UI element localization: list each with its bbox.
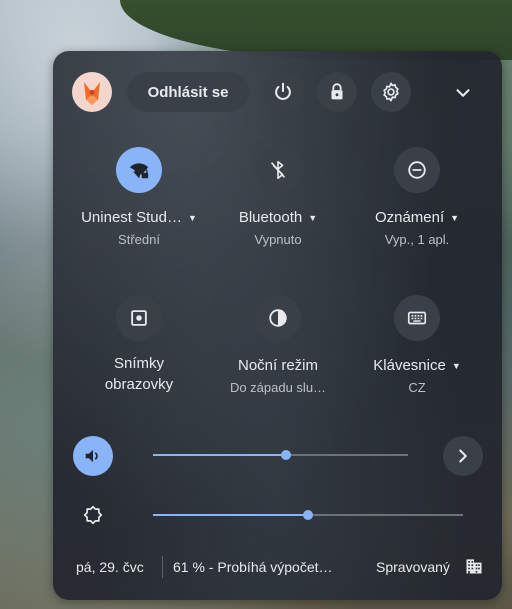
brightness-slider-fill (153, 514, 308, 516)
collapse-button[interactable] (445, 79, 481, 107)
battery-status[interactable]: 61 % - Probíhá výpočet… (173, 559, 333, 575)
notifications-label: Oznámení (374, 209, 445, 226)
tile-keyboard-label[interactable]: Klávesnice ▼ (347, 357, 487, 374)
volume-slider-fill (153, 454, 286, 456)
chevron-right-icon (459, 449, 467, 463)
settings-button[interactable] (371, 72, 411, 112)
user-avatar[interactable] (72, 72, 112, 112)
network-toggle[interactable] (116, 147, 162, 193)
audio-settings-button[interactable] (443, 436, 483, 476)
volume-icon (85, 450, 98, 462)
tile-keyboard[interactable]: Klávesnice ▼ CZ (347, 295, 487, 395)
tile-notifications-label[interactable]: Oznámení ▼ (347, 209, 487, 226)
footer-divider (162, 556, 163, 578)
brightness-button (77, 499, 109, 531)
fox-avatar-icon (84, 82, 100, 105)
network-status: Střední (118, 232, 160, 247)
caret-down-icon: ▼ (450, 212, 460, 223)
mute-button[interactable] (73, 436, 113, 476)
caret-down-icon: ▼ (187, 212, 197, 223)
keyboard-status: CZ (408, 380, 426, 395)
enterprise-icon[interactable] (464, 556, 484, 576)
night-light-icon (269, 309, 287, 327)
lock-icon (331, 83, 343, 100)
caret-down-icon: ▼ (451, 360, 461, 371)
date-label[interactable]: pá, 29. čvc (76, 559, 144, 575)
bluetooth-label: Bluetooth (238, 209, 303, 226)
quick-settings-panel: Odhlásit se Uninest Stud… ▼ Střední Blue… (53, 51, 502, 600)
brightness-icon (83, 505, 103, 525)
power-icon (275, 82, 291, 100)
lock-button[interactable] (317, 72, 357, 112)
brightness-slider-thumb[interactable] (303, 510, 313, 520)
network-name: Uninest Stud… (81, 209, 182, 226)
keyboard-label: Klávesnice (373, 357, 446, 374)
building-icon (466, 559, 482, 574)
managed-label[interactable]: Spravovaný (376, 559, 450, 575)
tile-network[interactable]: Uninest Stud… ▼ Střední (69, 147, 209, 247)
volume-slider-thumb[interactable] (280, 450, 291, 460)
tile-bluetooth-label[interactable]: Bluetooth ▼ (208, 209, 348, 226)
caret-down-icon: ▼ (308, 212, 318, 223)
tile-notifications[interactable]: Oznámení ▼ Vyp., 1 apl. (347, 147, 487, 247)
brightness-slider[interactable] (153, 510, 463, 520)
notifications-toggle[interactable] (394, 147, 440, 193)
power-button[interactable] (263, 72, 303, 112)
bluetooth-toggle[interactable] (255, 147, 301, 193)
keyboard-toggle[interactable] (394, 295, 440, 341)
chevron-down-icon (456, 89, 470, 97)
tile-bluetooth[interactable]: Bluetooth ▼ Vypnuto (208, 147, 348, 247)
screen-capture-toggle[interactable] (116, 295, 162, 341)
tile-network-label[interactable]: Uninest Stud… ▼ (69, 209, 209, 226)
screen-capture-icon (131, 310, 147, 326)
keyboard-icon (407, 311, 427, 325)
tile-night-light-label[interactable]: Noční režim (208, 357, 348, 374)
do-not-disturb-icon (408, 161, 426, 179)
signout-button[interactable]: Odhlásit se (127, 72, 249, 112)
volume-slider[interactable] (153, 450, 408, 460)
screen-capture-label-line1: Snímky (113, 355, 164, 372)
tile-night-light[interactable]: Noční režim Do západu slu… (208, 295, 348, 395)
signout-label: Odhlásit se (147, 83, 229, 101)
notifications-status: Vyp., 1 apl. (384, 232, 450, 247)
night-light-toggle[interactable] (255, 295, 301, 341)
screen-capture-label: Snímky obrazovky (69, 353, 209, 395)
wifi-locked-icon (129, 163, 149, 179)
night-light-status: Do západu slu… (229, 380, 327, 395)
bluetooth-disabled-icon (270, 160, 286, 180)
gear-icon (383, 82, 399, 102)
bluetooth-status: Vypnuto (254, 232, 302, 247)
night-light-label: Noční režim (237, 357, 319, 374)
tile-screen-capture[interactable]: Snímky obrazovky (69, 295, 209, 395)
screen-capture-label-line2: obrazovky (104, 376, 174, 393)
